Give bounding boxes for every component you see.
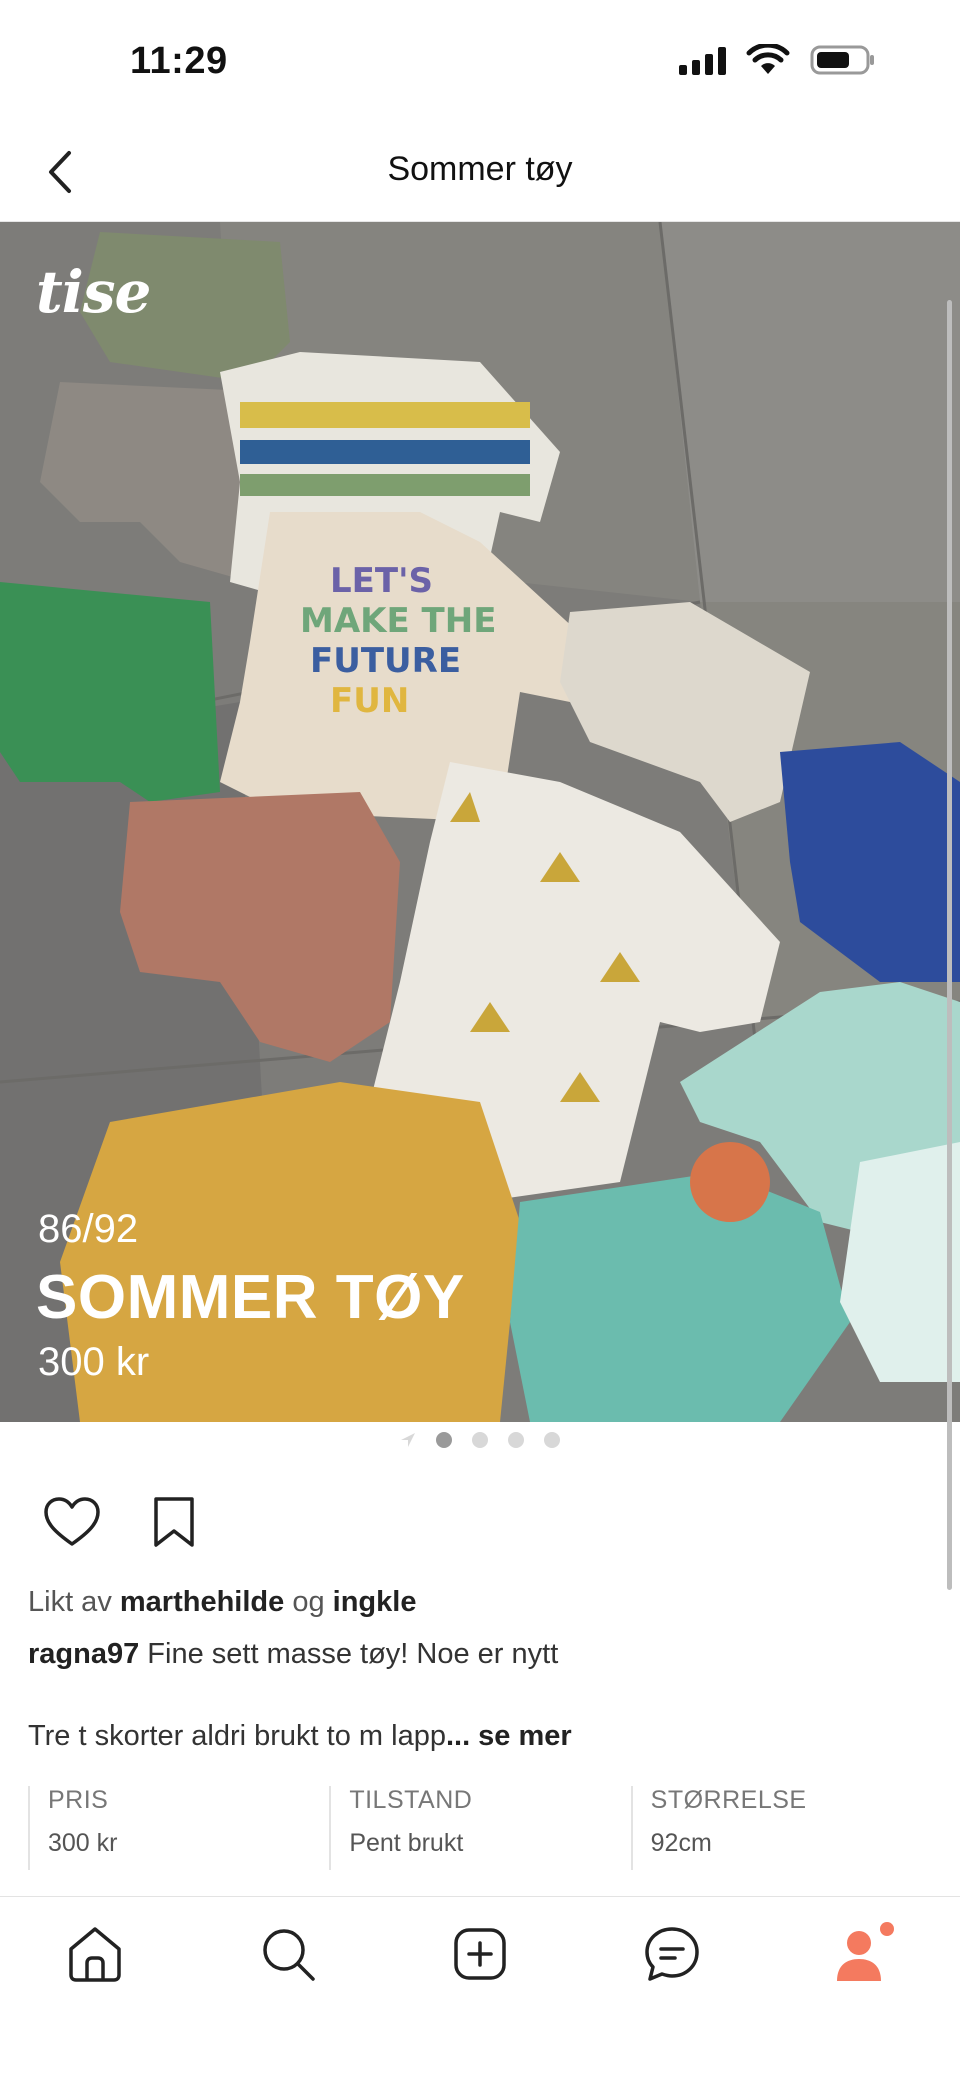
detail-value: 92cm	[650, 1829, 712, 1857]
messages-icon	[645, 1927, 699, 1981]
liked-user-link[interactable]: ingkle	[333, 1586, 417, 1618]
svg-text:FUN: FUN	[330, 681, 409, 721]
page-title: Sommer tøy	[387, 150, 573, 188]
tab-add[interactable]	[445, 1919, 515, 1989]
status-icons	[679, 44, 876, 76]
svg-text:LET'S: LET'S	[330, 561, 433, 601]
detail-label: TILSTAND	[349, 1786, 473, 1814]
liked-prefix: Likt av	[28, 1586, 112, 1618]
tab-home[interactable]	[60, 1919, 130, 1989]
battery-icon	[810, 45, 874, 75]
profile-icon	[837, 1922, 894, 1981]
scrollbar[interactable]	[947, 300, 952, 1590]
detail-value: Pent brukt	[349, 1829, 464, 1857]
listing-title: SOMMER TØY	[36, 1263, 465, 1332]
details-table: PRIS 300 kr TILSTAND Pent brukt STØRRELS…	[28, 1786, 932, 1870]
liked-and: og	[292, 1586, 325, 1618]
nav-header: Sommer tøy	[0, 130, 960, 222]
bottom-tab-bar	[0, 1896, 960, 2081]
caption-text: Fine sett masse tøy! Noe er nytt	[147, 1638, 559, 1670]
liked-by: Likt av marthehilde og ingkle	[28, 1586, 416, 1619]
carousel-dots	[0, 1432, 960, 1448]
liked-user-link[interactable]: marthehilde	[120, 1586, 284, 1618]
signal-icon	[679, 45, 726, 75]
location-arrow-icon	[401, 1433, 415, 1447]
tise-logo: tise	[36, 258, 151, 326]
carousel-dot-2[interactable]	[472, 1432, 488, 1448]
description: Tre t skorter aldri brukt to m lapp... s…	[28, 1720, 572, 1753]
svg-text:MAKE THE: MAKE THE	[300, 601, 496, 641]
carousel-dot-4[interactable]	[544, 1432, 560, 1448]
action-row	[40, 1490, 206, 1554]
seller-username[interactable]: ragna97	[28, 1638, 139, 1670]
detail-size: STØRRELSE 92cm	[630, 1786, 932, 1870]
add-icon	[454, 1928, 506, 1980]
save-button[interactable]	[142, 1490, 206, 1554]
heart-icon	[44, 1497, 100, 1546]
like-button[interactable]	[40, 1490, 104, 1554]
detail-label: PRIS	[48, 1786, 109, 1814]
tab-search[interactable]	[253, 1919, 323, 1989]
status-time: 11:29	[130, 40, 228, 82]
caption: ragna97 Fine sett masse tøy! Noe er nytt	[28, 1638, 558, 1671]
detail-value: 300 kr	[48, 1829, 118, 1857]
detail-price: PRIS 300 kr	[28, 1786, 329, 1870]
description-text: Tre t skorter aldri brukt to m lapp	[28, 1720, 446, 1752]
svg-text:FUTURE: FUTURE	[310, 641, 461, 681]
see-more-link[interactable]: ... se mer	[446, 1720, 572, 1752]
tab-messages[interactable]	[637, 1919, 707, 1989]
tab-profile[interactable]	[830, 1919, 900, 1989]
carousel-dot-3[interactable]	[508, 1432, 524, 1448]
listing-price: 300 kr	[38, 1340, 150, 1384]
detail-label: STØRRELSE	[650, 1786, 807, 1814]
bookmark-icon	[154, 1497, 194, 1547]
carousel-dot-1[interactable]	[436, 1432, 452, 1448]
detail-condition: TILSTAND Pent brukt	[329, 1786, 630, 1870]
product-image[interactable]: LET'S MAKE THE FUTURE FUN tise 86/92 SOM…	[0, 222, 960, 1422]
status-bar: 11:29	[0, 0, 960, 130]
home-icon	[69, 1927, 121, 1982]
search-icon	[263, 1929, 315, 1981]
product-photo: LET'S MAKE THE FUTURE FUN	[0, 222, 960, 1422]
wifi-icon	[746, 44, 790, 74]
listing-size: 86/92	[38, 1207, 139, 1251]
